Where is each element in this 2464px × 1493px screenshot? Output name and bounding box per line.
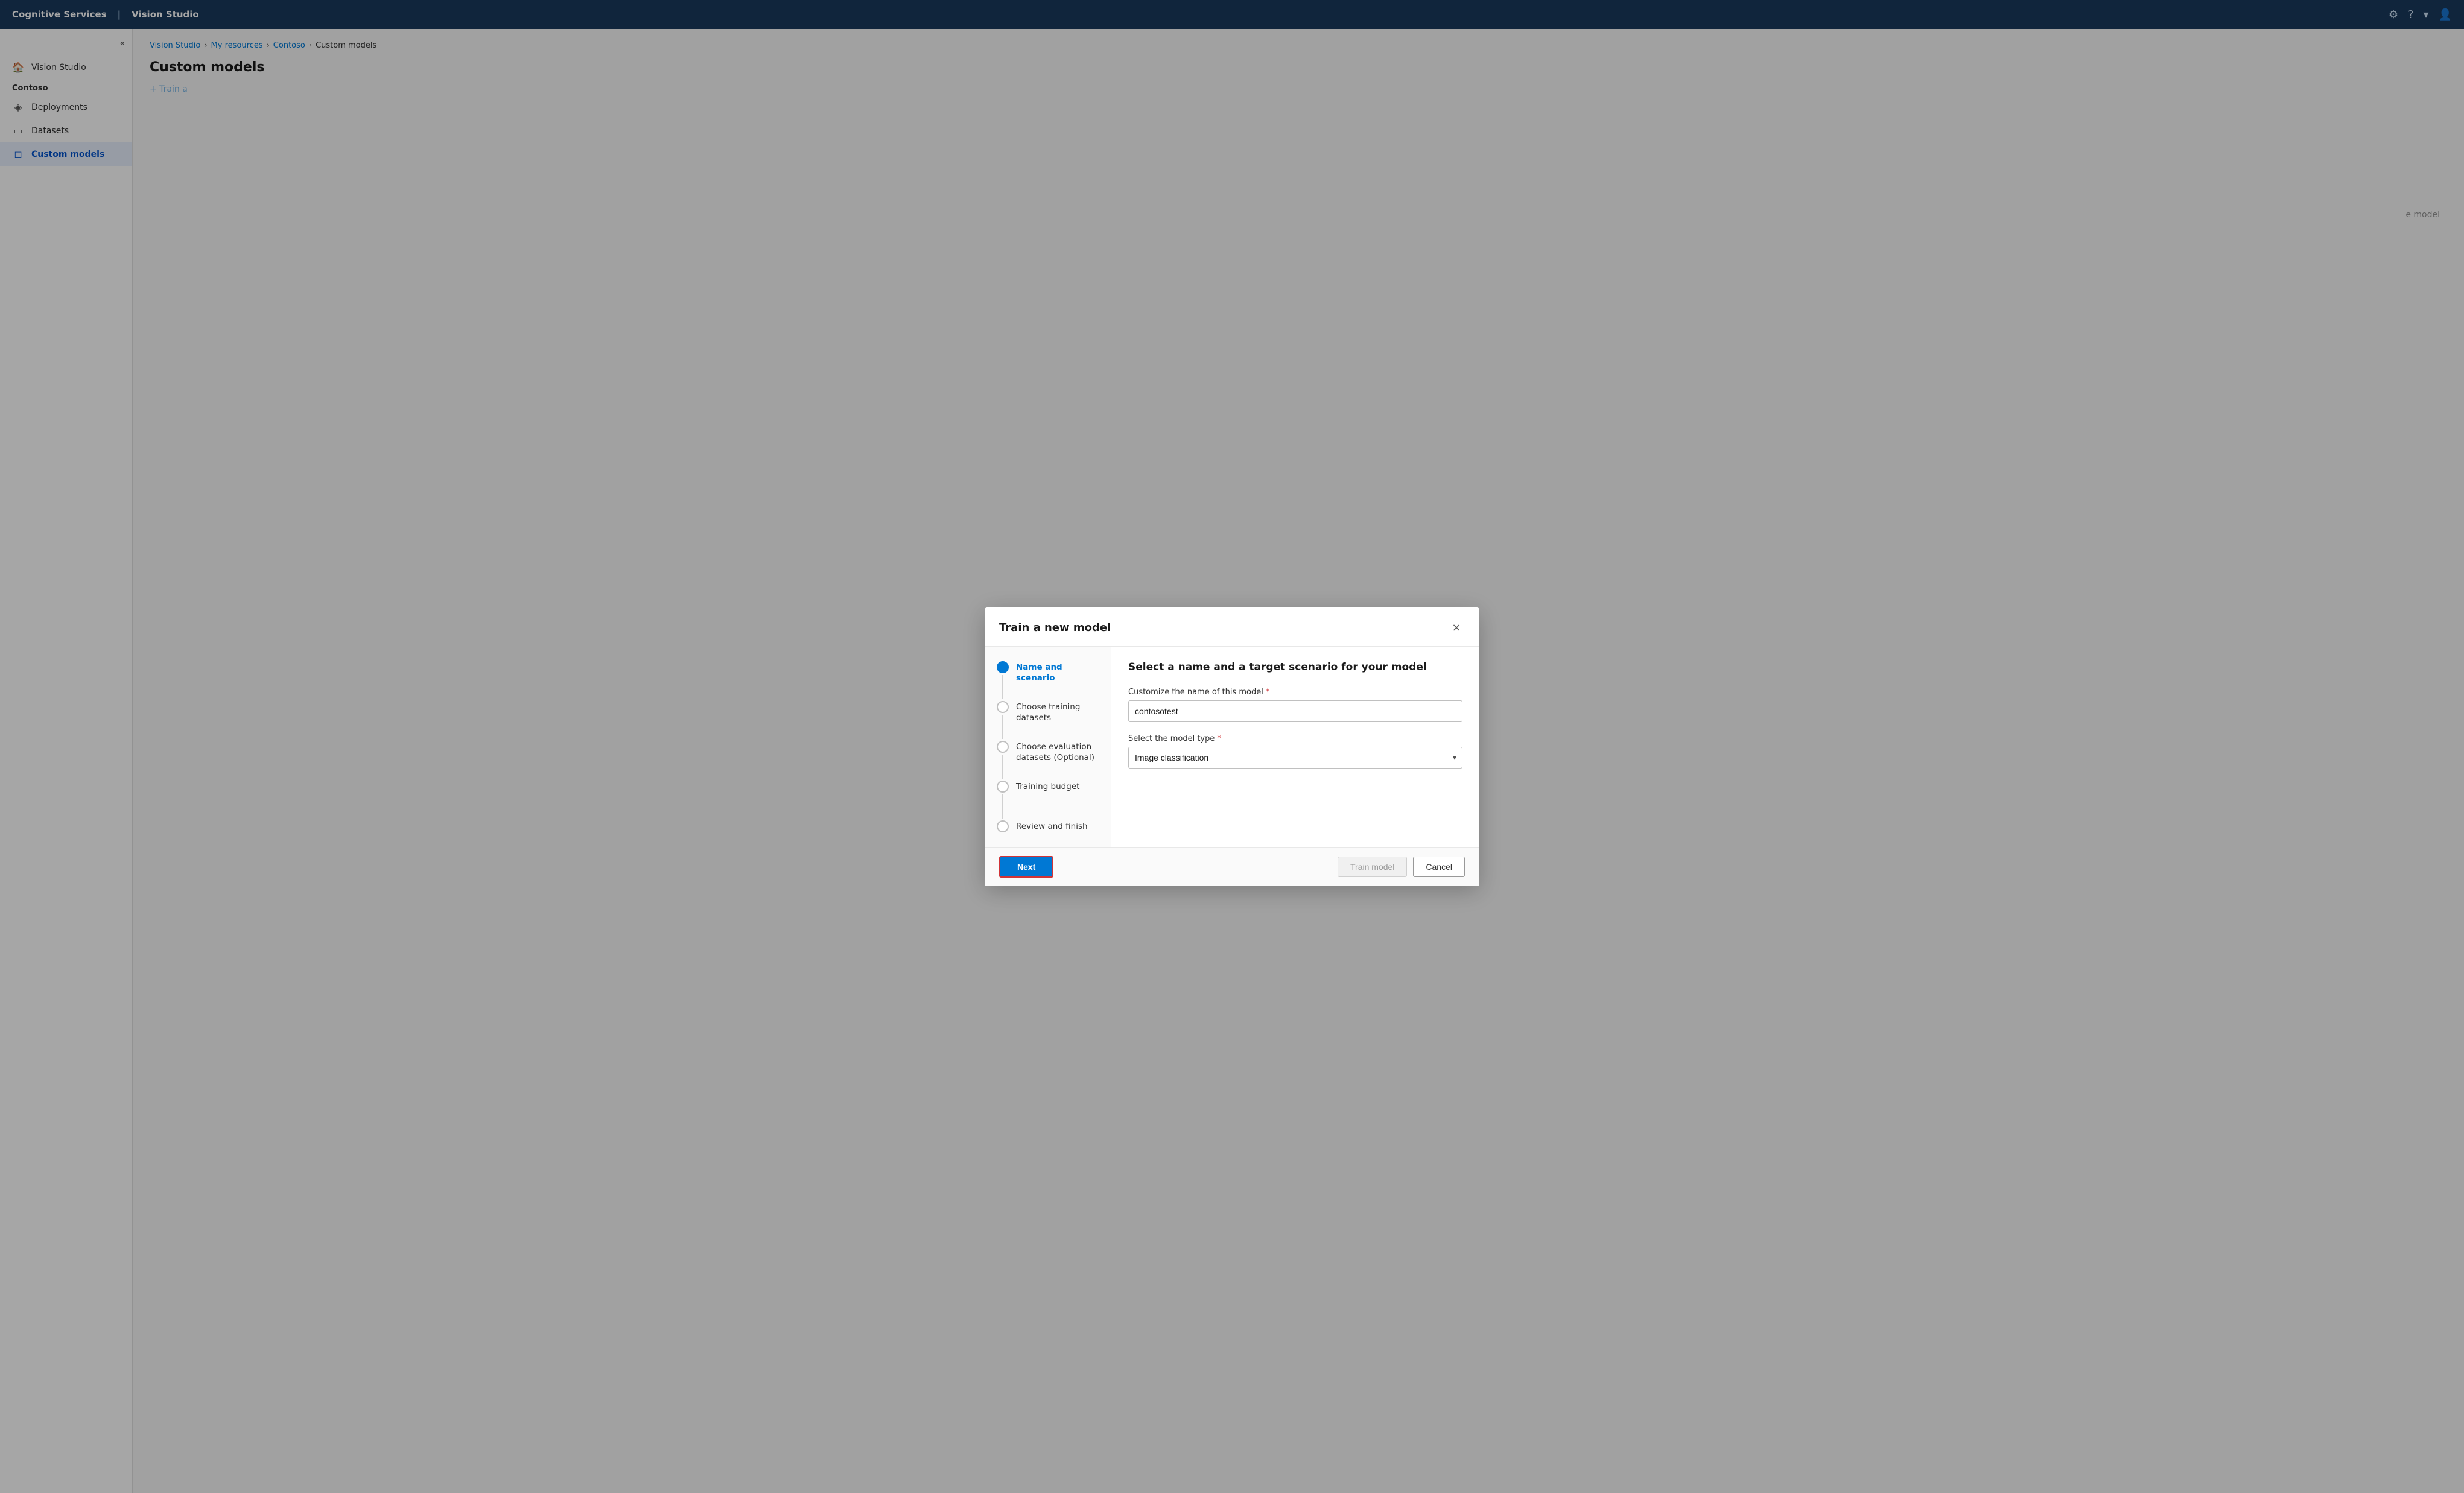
- modal-overlay[interactable]: Train a new model × Name and scenario: [0, 0, 2464, 1493]
- model-name-input[interactable]: [1128, 700, 1462, 722]
- stepper-line-1: [1002, 675, 1003, 699]
- modal-body: Name and scenario Choose training datase…: [985, 647, 1479, 847]
- model-type-select[interactable]: Image classification Object detection: [1128, 747, 1462, 769]
- stepper-circle-2: [997, 701, 1009, 713]
- model-type-required-star: *: [1217, 734, 1221, 743]
- model-type-label: Select the model type *: [1128, 734, 1462, 743]
- modal-title: Train a new model: [999, 621, 1111, 634]
- stepper-panel: Name and scenario Choose training datase…: [985, 647, 1111, 847]
- stepper-circle-1: [997, 661, 1009, 673]
- stepper-col-2: [997, 701, 1009, 741]
- footer-left: Next: [999, 856, 1053, 878]
- next-button[interactable]: Next: [999, 856, 1053, 878]
- model-name-label: Customize the name of this model *: [1128, 688, 1462, 697]
- stepper-col-1: [997, 661, 1009, 701]
- train-model-button: Train model: [1338, 857, 1407, 877]
- modal-close-button[interactable]: ×: [1448, 620, 1465, 636]
- modal-header: Train a new model ×: [985, 607, 1479, 647]
- stepper-item-training-budget: Training budget: [997, 781, 1099, 820]
- model-name-required-star: *: [1266, 688, 1270, 697]
- footer-right: Train model Cancel: [1338, 857, 1465, 877]
- modal-train-new-model: Train a new model × Name and scenario: [985, 607, 1479, 886]
- stepper-label-training-datasets: Choose training datasets: [1016, 701, 1099, 724]
- cancel-button[interactable]: Cancel: [1413, 857, 1465, 877]
- stepper-line-4: [1002, 794, 1003, 819]
- stepper-item-review-finish: Review and finish: [997, 820, 1099, 832]
- stepper-col-3: [997, 741, 1009, 781]
- stepper-item-evaluation-datasets: Choose evaluation datasets (Optional): [997, 741, 1099, 781]
- stepper-label-training-budget: Training budget: [1016, 781, 1079, 793]
- form-panel-title: Select a name and a target scenario for …: [1128, 661, 1462, 673]
- stepper-item-name-scenario: Name and scenario: [997, 661, 1099, 701]
- stepper-circle-4: [997, 781, 1009, 793]
- stepper-label-evaluation-datasets: Choose evaluation datasets (Optional): [1016, 741, 1099, 764]
- form-panel: Select a name and a target scenario for …: [1111, 647, 1479, 847]
- model-type-select-wrapper: Image classification Object detection ▾: [1128, 747, 1462, 769]
- model-type-group: Select the model type * Image classifica…: [1128, 734, 1462, 769]
- stepper-col-5: [997, 820, 1009, 832]
- stepper-label-name-scenario: Name and scenario: [1016, 661, 1099, 685]
- model-name-group: Customize the name of this model *: [1128, 688, 1462, 722]
- stepper-item-training-datasets: Choose training datasets: [997, 701, 1099, 741]
- stepper-label-review-finish: Review and finish: [1016, 820, 1088, 832]
- stepper-line-3: [1002, 755, 1003, 779]
- modal-footer: Next Train model Cancel: [985, 847, 1479, 886]
- stepper-circle-5: [997, 820, 1009, 832]
- stepper-line-2: [1002, 715, 1003, 739]
- stepper-circle-3: [997, 741, 1009, 753]
- stepper-col-4: [997, 781, 1009, 820]
